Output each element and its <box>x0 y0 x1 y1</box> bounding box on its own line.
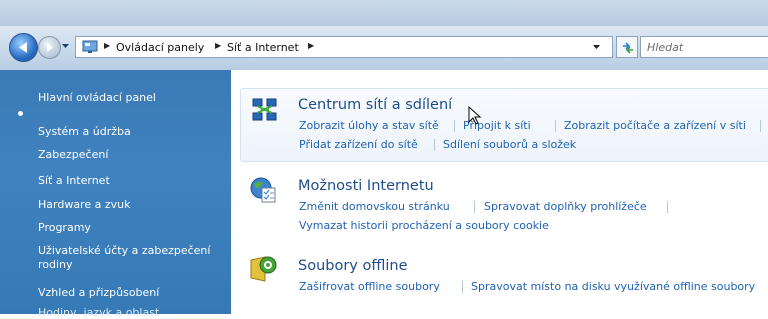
link-separator <box>760 120 761 132</box>
sidebar-item-security[interactable]: Zabezpečení <box>38 148 108 161</box>
address-dropdown-icon[interactable] <box>592 43 601 51</box>
back-arrow-icon <box>19 42 27 53</box>
address-bar[interactable]: ▶ Ovládací panely ▶ Síť a Internet ▶ <box>75 36 613 58</box>
recent-pages-chevron-icon[interactable] <box>61 42 70 50</box>
link-view-network-computers[interactable]: Zobrazit počítače a zařízení v síti <box>564 119 746 132</box>
link-delete-browsing-history[interactable]: Vymazat historii procházení a soubory co… <box>299 219 549 232</box>
sidebar-item-user-accounts[interactable]: Uživatelské účty a zabezpečení rodiny <box>38 244 228 272</box>
refresh-button[interactable] <box>616 36 638 58</box>
internet-options-icon[interactable] <box>249 176 277 204</box>
link-manage-offline-disk-space[interactable]: Spravovat místo na disku využívané offli… <box>471 280 755 293</box>
link-separator <box>434 139 435 151</box>
sidebar <box>0 70 231 314</box>
sidebar-item-hardware[interactable]: Hardware a zvuk <box>38 198 130 211</box>
link-view-network-status[interactable]: Zobrazit úlohy a stav sítě <box>299 119 439 132</box>
back-button[interactable] <box>9 33 38 62</box>
breadcrumb-separator-icon[interactable]: ▶ <box>215 41 221 50</box>
link-manage-addons[interactable]: Spravovat doplňky prohlížeče <box>484 200 647 213</box>
link-add-device[interactable]: Přidat zařízení do sítě <box>299 138 418 151</box>
link-file-sharing[interactable]: Sdílení souborů a složek <box>443 138 576 151</box>
link-separator <box>462 281 463 293</box>
sidebar-item-home[interactable]: Hlavní ovládací panel <box>38 91 156 104</box>
breadcrumb-separator-icon[interactable]: ▶ <box>104 41 110 50</box>
search-input[interactable]: Hledat <box>640 36 768 58</box>
sidebar-item-network[interactable]: Síť a Internet <box>38 174 110 187</box>
offline-files-icon[interactable] <box>248 255 278 283</box>
link-separator <box>555 120 556 132</box>
sidebar-item-clock[interactable]: Hodiny, jazyk a oblast <box>38 306 159 319</box>
link-separator <box>474 201 475 213</box>
sidebar-item-appearance[interactable]: Vzhled a přizpůsobení <box>38 286 159 299</box>
forward-arrow-icon <box>47 43 53 52</box>
link-encrypt-offline-files[interactable]: Zašifrovat offline soubory <box>299 280 440 293</box>
link-separator <box>667 201 668 213</box>
mouse-cursor-icon <box>468 106 482 125</box>
category-title-offline-files[interactable]: Soubory offline <box>298 258 408 274</box>
category-title-internet-options[interactable]: Možnosti Internetu <box>298 178 434 194</box>
control-panel-icon <box>82 40 98 53</box>
breadcrumb-separator-icon[interactable]: ▶ <box>308 41 314 50</box>
title-bar <box>0 0 768 26</box>
link-change-home-page[interactable]: Změnit domovskou stránku <box>299 200 450 213</box>
breadcrumb-control-panel[interactable]: Ovládací panely <box>116 41 204 54</box>
sidebar-item-system[interactable]: Systém a údržba <box>38 125 131 138</box>
link-separator <box>454 120 455 132</box>
forward-button[interactable] <box>38 36 61 59</box>
breadcrumb-network-internet[interactable]: Síť a Internet <box>227 41 299 54</box>
selected-bullet-icon <box>18 111 23 116</box>
refresh-icon <box>623 42 633 54</box>
search-placeholder: Hledat <box>647 41 684 54</box>
sidebar-item-programs[interactable]: Programy <box>38 221 91 234</box>
network-center-icon[interactable] <box>252 97 278 123</box>
category-title-network-center[interactable]: Centrum sítí a sdílení <box>298 97 452 113</box>
